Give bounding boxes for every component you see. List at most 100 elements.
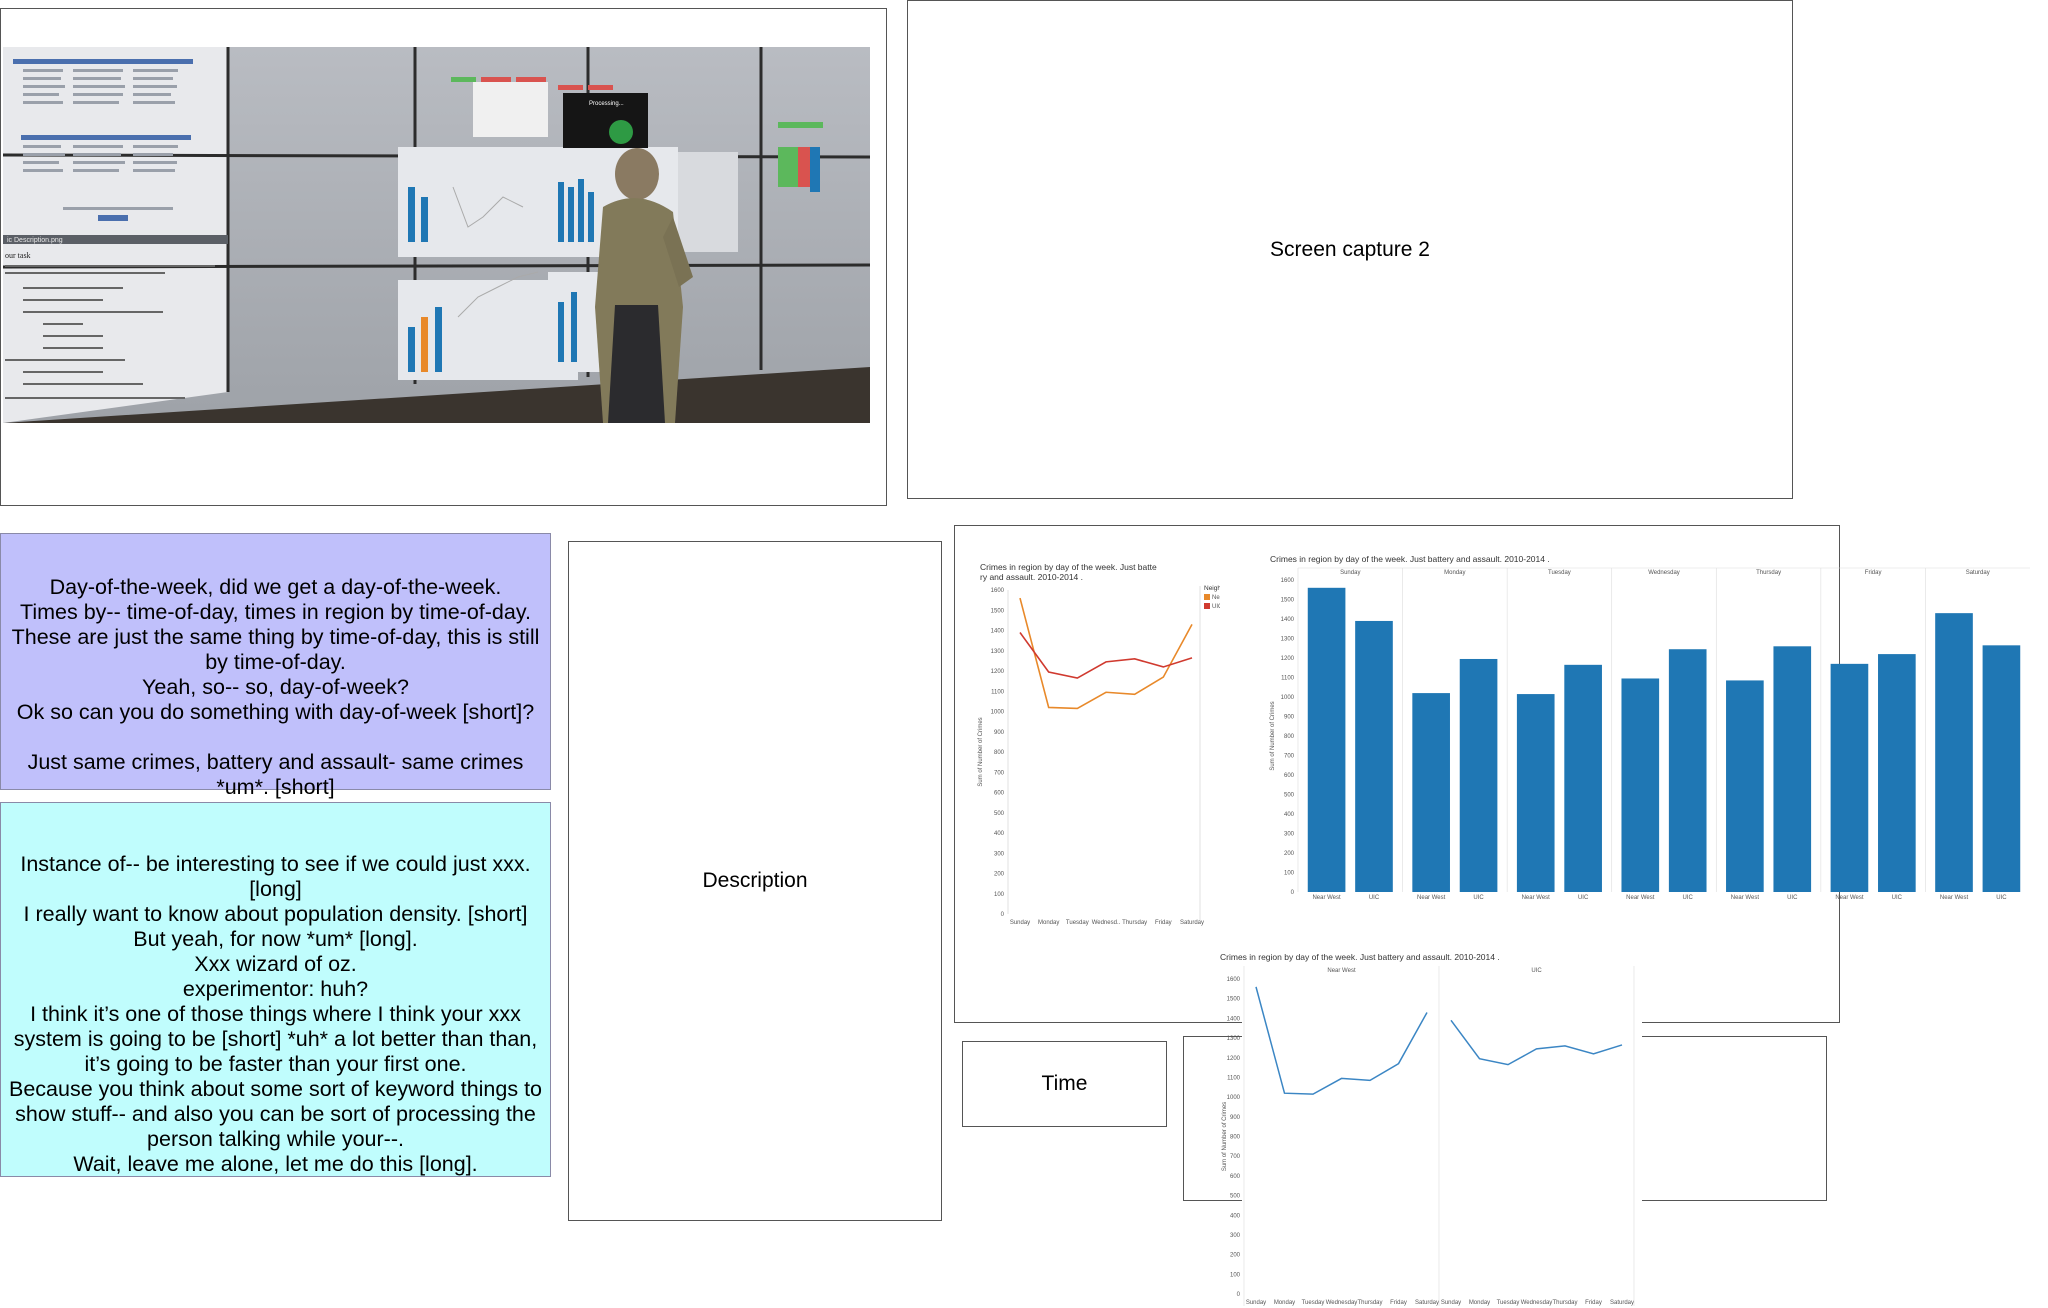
x-tick-label: Near West [1312,895,1341,901]
legend-swatch [1204,603,1210,609]
bar [1459,658,1498,892]
time-label: Time [1041,1072,1088,1095]
series-line-near-west [1019,597,1193,710]
x-tick-label: UIC [1787,895,1798,901]
y-tick-label: 500 [1284,793,1295,799]
y-tick-label: 600 [1230,1174,1241,1180]
bar [1564,664,1602,892]
y-tick-label: 200 [1230,1253,1241,1259]
bar [1726,680,1764,892]
screen-capture-2-label: Screen capture 2 [1270,237,1430,261]
y-tick-label: 1600 [1281,578,1295,584]
x-tick-label: Saturday [1415,1300,1439,1306]
x-tick-label: Near West [1522,895,1551,901]
y-tick-label: 900 [1230,1115,1241,1121]
y-tick-label: 700 [994,770,1005,776]
bar [1773,646,1812,892]
facet-label: Sunday [1340,570,1360,576]
bar-chart-by-day-facets: Crimes in region by day of the week. Jus… [1270,554,2030,901]
x-tick-label: UIC [1996,895,2007,901]
bar [1878,654,1916,892]
y-tick-label: 1400 [1227,1016,1241,1022]
y-tick-label: 1400 [991,629,1005,635]
x-tick-label: UIC [1473,895,1484,901]
bar [1668,649,1707,892]
description-label: Description [702,869,808,892]
x-tick-label: UIC [1578,895,1589,901]
display-wall-illustration: ic Description.png our task Processing..… [3,47,870,423]
y-tick-label: 1500 [1227,997,1241,1003]
y-tick-label: 1600 [991,588,1005,594]
screen-capture-2-placeholder: Screen capture 2 [907,0,1793,499]
x-tick-label: Near West [1835,895,1864,901]
bar [1621,678,1660,892]
facet-label: Monday [1444,570,1465,576]
y-tick-label: 1000 [991,710,1005,716]
y-tick-label: 1300 [1227,1036,1241,1042]
x-tick-label: Thursday [1552,1300,1577,1306]
facet-label: Wednesday [1648,570,1680,576]
transcript-text-1: Day-of-the-week, did we get a day-of-the… [11,575,540,799]
y-tick-label: 500 [994,811,1005,817]
bar [1935,613,1973,892]
x-tick-label: Saturday [1180,920,1204,926]
description-placeholder: Description [568,541,942,1221]
facet-label: Thursday [1756,570,1781,576]
bar [1516,694,1555,892]
y-tick-label: 1000 [1227,1095,1241,1101]
legend-swatch [1204,594,1210,600]
bar [1830,663,1869,892]
facet-label: Saturday [1966,570,1990,576]
x-tick-label: Tuesday [1066,920,1089,926]
bar [1412,693,1450,892]
display-wall-photo: ic Description.png our task Processing..… [3,47,870,423]
y-tick-label: 1100 [1227,1075,1241,1081]
transcript-text-2: Instance of-- be interesting to see if w… [8,852,543,1176]
y-tick-label: 1400 [1281,617,1295,623]
facet-label: Near West [1327,968,1356,974]
y-tick-label: 1200 [1227,1056,1241,1062]
bar [1982,645,2021,892]
transcript-box-2: Instance of-- be interesting to see if w… [0,802,551,1177]
y-tick-label: 1300 [1281,637,1295,643]
y-tick-label: 1500 [991,608,1005,614]
transcript-box-1: Day-of-the-week, did we get a day-of-the… [0,533,551,799]
y-tick-label: 500 [1230,1194,1241,1200]
legend-title: Neighborhood [1204,585,1220,592]
x-tick-label: Monday [1038,920,1059,926]
y-tick-label: 300 [1230,1233,1241,1239]
x-tick-label: Sunday [1010,920,1030,926]
y-tick-label: 100 [1230,1272,1241,1278]
x-tick-label: UIC [1892,895,1903,901]
y-tick-label: 900 [994,730,1005,736]
x-tick-label: Wednesday [1521,1300,1553,1306]
facet-label: Friday [1865,570,1882,576]
y-tick-label: 600 [994,791,1005,797]
x-tick-label: Thursday [1122,920,1147,926]
y-axis-label: Sum of Number of Crimes [978,717,984,786]
x-tick-label: Near West [1940,895,1969,901]
x-tick-label: Near West [1417,895,1446,901]
x-tick-label: Tuesday [1497,1300,1520,1306]
line-chart-by-neighborhood-facets: Crimes in region by day of the week. Jus… [1220,952,1642,1306]
y-tick-label: 1300 [991,649,1005,655]
y-tick-label: 400 [1230,1213,1241,1219]
processing-label: Processing... [589,101,624,107]
y-tick-label: 0 [1237,1292,1241,1298]
facet-label: UIC [1531,968,1542,974]
facet-label: Tuesday [1548,570,1571,576]
y-tick-label: 700 [1230,1154,1241,1160]
y-tick-label: 600 [1284,773,1295,779]
x-tick-label: Sunday [1441,1300,1461,1306]
y-tick-label: 400 [1284,812,1295,818]
x-tick-label: Wednesd.. [1092,920,1121,926]
x-tick-label: Sunday [1246,1300,1266,1306]
x-tick-label: Friday [1390,1300,1407,1306]
y-tick-label: 800 [1230,1135,1241,1141]
x-tick-label: Saturday [1610,1300,1634,1306]
x-tick-label: Tuesday [1302,1300,1325,1306]
x-tick-label: Friday [1155,920,1172,926]
photo-frame: ic Description.png our task Processing..… [0,8,887,506]
y-tick-label: 1100 [991,689,1005,695]
chart-title-cont: ry and assault. 2010-2014 . [980,572,1083,582]
